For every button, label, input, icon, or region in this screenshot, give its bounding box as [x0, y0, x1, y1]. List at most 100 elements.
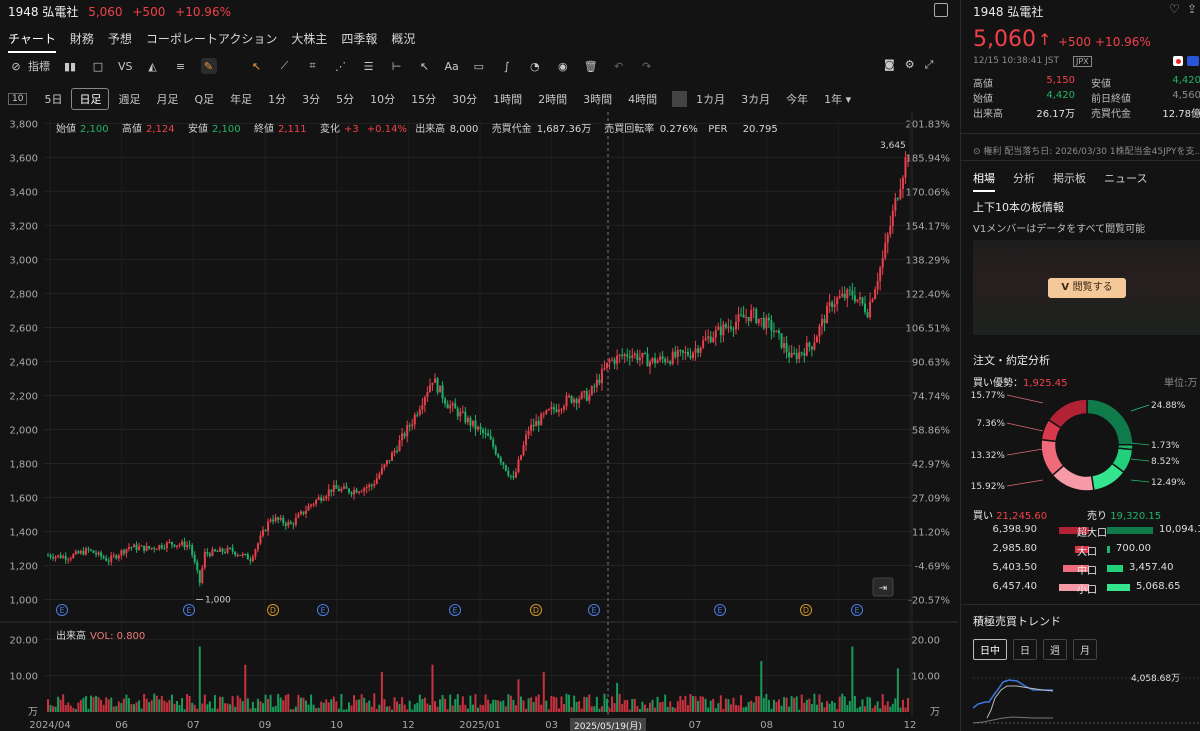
period-2[interactable]: 週足 — [111, 89, 147, 109]
y-tick-label: 2,800 — [9, 289, 38, 300]
period-7[interactable]: 3分 — [295, 89, 327, 109]
panel-tab-0[interactable]: 相場 — [973, 170, 995, 192]
period-18[interactable]: 今年 — [779, 89, 815, 109]
candle-body — [188, 544, 191, 546]
panel-tab-3[interactable]: ニュース — [1104, 170, 1147, 192]
candle-body — [411, 424, 414, 427]
period-11[interactable]: 30分 — [445, 89, 484, 109]
calendar-icon[interactable]: 10 — [8, 93, 28, 105]
share-icon[interactable]: ⇪ — [1187, 2, 1197, 16]
camera-icon[interactable]: ◙ — [884, 58, 895, 72]
draw-pen-icon[interactable]: ✎ — [200, 58, 217, 74]
period-10[interactable]: 15分 — [404, 89, 443, 109]
sell-total: 19,320.15 — [1110, 511, 1162, 522]
volume-bar — [284, 695, 287, 712]
volume-bar — [87, 708, 90, 712]
measure-tool-icon[interactable]: ⊢ — [389, 58, 405, 74]
candle-body — [441, 385, 444, 399]
indicator-button[interactable]: 指標 — [28, 58, 50, 74]
period-15[interactable]: 4時間 — [621, 89, 664, 109]
period-19[interactable]: 1年 ▾ — [817, 89, 858, 109]
candle-body — [649, 361, 651, 367]
period-13[interactable]: 2時間 — [531, 89, 574, 109]
period-1[interactable]: 日足 — [71, 88, 110, 110]
price-chart[interactable]: 3,800 201.83%3,600 185.94%3,400 170.06%3,20… — [0, 112, 958, 731]
volume-bar — [714, 708, 717, 712]
panel-change: +500 — [1058, 35, 1091, 49]
tab-6[interactable]: 概況 — [391, 30, 415, 53]
volume-bar — [492, 699, 495, 712]
chart-type-icon[interactable]: ◭ — [145, 58, 161, 74]
volume-bar — [466, 708, 469, 712]
candle-body — [160, 545, 163, 548]
arrow-tool-icon[interactable]: ↖ — [417, 58, 433, 74]
square-icon[interactable]: □ — [90, 58, 106, 74]
tab-2[interactable]: 予想 — [108, 30, 132, 53]
list-icon[interactable]: ≡ — [173, 58, 189, 74]
redo-icon[interactable]: ↷ — [639, 58, 655, 74]
comment-tool-icon[interactable]: ▭ — [471, 58, 487, 74]
volume-bar — [246, 698, 249, 712]
period-6[interactable]: 1分 — [261, 89, 293, 109]
volume-bar — [815, 704, 818, 712]
heart-icon[interactable]: ♡ — [1169, 2, 1180, 16]
period-16[interactable]: 1カ月 — [689, 89, 732, 109]
collapse-panel-icon[interactable] — [934, 3, 948, 17]
tab-0[interactable]: チャート — [8, 30, 56, 53]
period-5[interactable]: 年足 — [223, 89, 259, 109]
volume-bar — [423, 697, 426, 712]
tab-5[interactable]: 四季報 — [341, 30, 377, 53]
undo-icon[interactable]: ↶ — [611, 58, 627, 74]
donut-leader — [1006, 422, 1044, 432]
y-tick-label: 2,600 — [9, 323, 38, 334]
stock-change: +500 — [132, 5, 166, 19]
gear-icon[interactable]: ⚙ — [905, 58, 915, 72]
trend-tab-2[interactable]: 週 — [1043, 639, 1067, 660]
trash-icon[interactable]: 🗑 — [583, 58, 599, 74]
candle-body — [537, 420, 540, 426]
flow-sell-bar — [1107, 527, 1153, 534]
candle-style-icon[interactable]: ▮▮ — [62, 58, 78, 74]
magnet-icon[interactable]: ◔ — [527, 58, 543, 74]
period-14[interactable]: 3時間 — [576, 89, 619, 109]
volume-bar — [350, 705, 353, 712]
period-17[interactable]: 3カ月 — [734, 89, 777, 109]
panel-tab-2[interactable]: 掲示板 — [1053, 170, 1086, 192]
volume-bar — [904, 707, 907, 712]
volume-bar — [704, 698, 707, 712]
trend-tab-0[interactable]: 日中 — [973, 639, 1007, 660]
text-tool-button[interactable]: Aa — [445, 60, 459, 73]
donut-slice — [1047, 398, 1088, 430]
volume-bar — [871, 708, 874, 712]
line-tool-icon[interactable]: ⟋ — [277, 58, 293, 74]
dividend-note[interactable]: ⊙ 権利 配当落ち日: 2026/03/30 1株配当金45JPYを支... — [973, 144, 1199, 157]
tab-4[interactable]: 大株主 — [291, 30, 327, 53]
view-board-button[interactable]: V 閲覧する — [1048, 278, 1126, 298]
period-3[interactable]: 月足 — [149, 89, 185, 109]
compare-button[interactable]: VS — [118, 60, 133, 73]
brush-tool-icon[interactable]: ∫ — [499, 58, 515, 74]
cursor-icon[interactable]: ↖ — [249, 58, 265, 74]
period-12[interactable]: 1時間 — [486, 89, 529, 109]
fullscreen-icon[interactable]: ⤢ — [925, 58, 934, 72]
period-4[interactable]: Q足 — [187, 89, 221, 109]
tab-1[interactable]: 財務 — [70, 30, 94, 53]
pattern-tool-icon[interactable]: ⋰ — [333, 58, 349, 74]
volume-bar — [689, 693, 692, 712]
trend-tab-1[interactable]: 日 — [1013, 639, 1037, 660]
period-0[interactable]: 5日 — [37, 89, 69, 109]
ohlc-value: 2,100 — [212, 124, 241, 135]
trend-tab-3[interactable]: 月 — [1073, 639, 1097, 660]
tab-3[interactable]: コーポレートアクション — [146, 30, 277, 53]
stats-row: 始値 4,420 前日終値 4,560 — [973, 90, 1200, 105]
panel-tab-1[interactable]: 分析 — [1013, 170, 1035, 192]
volume-bar — [851, 646, 854, 712]
period-8[interactable]: 5分 — [329, 89, 361, 109]
volume-bar — [244, 664, 247, 712]
fib-tool-icon[interactable]: ☰ — [361, 58, 377, 74]
candle-body — [97, 552, 100, 555]
period-9[interactable]: 10分 — [363, 89, 402, 109]
rect-tool-icon[interactable]: ⌗ — [305, 58, 321, 74]
indicator-icon[interactable]: ⊘ — [8, 58, 24, 74]
eye-icon[interactable]: ◉ — [555, 58, 571, 74]
